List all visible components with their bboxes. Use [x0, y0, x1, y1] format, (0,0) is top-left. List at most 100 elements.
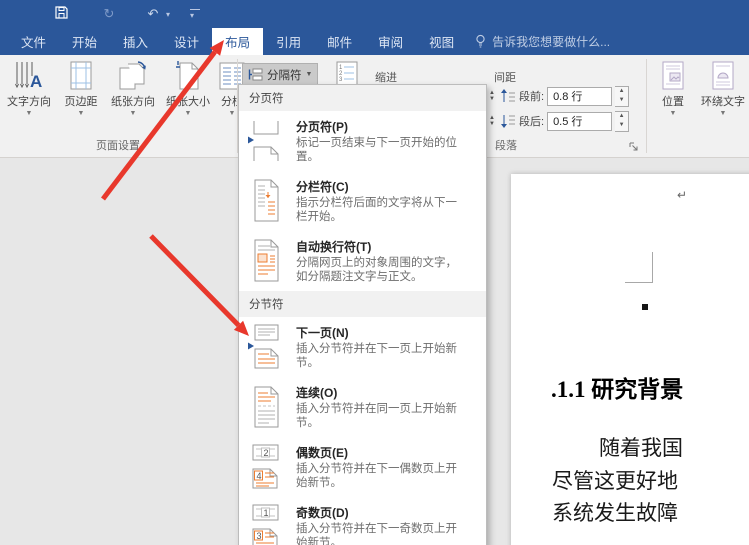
chevron-down-icon: ▼: [58, 110, 104, 117]
indent-label: 缩进: [375, 69, 397, 85]
menu-item-description: 标记一页结束与下一页开始的位置。: [296, 137, 468, 164]
position-icon: [652, 60, 694, 94]
position-label: 位置: [652, 96, 694, 109]
menu-item-title: 奇数页(D): [296, 504, 468, 521]
document-page[interactable]: ↵ .1.1 研究背景 随着我国 尽管这更好地 系统发生故障: [511, 174, 749, 545]
text-wrapping-break-icon: [246, 237, 286, 284]
svg-text:4: 4: [257, 471, 262, 481]
menu-item-description: 指示分栏符后面的文字将从下一栏开始。: [296, 197, 468, 224]
space-after-spinner[interactable]: ▲▼: [615, 111, 629, 132]
indent-spinner[interactable]: ▲▼: [487, 115, 497, 127]
margins-button[interactable]: 页边距 ▼: [58, 60, 104, 124]
menu-item-odd-page[interactable]: 13 奇数页(D) 插入分节符并在下一奇数页上开始新节。: [239, 497, 486, 545]
tell-me-box[interactable]: 告诉我您想要做什么...: [467, 28, 618, 55]
svg-text:1: 1: [264, 508, 269, 518]
undo-icon[interactable]: ↶: [140, 6, 166, 22]
space-before-spinner[interactable]: ▲▼: [615, 86, 629, 107]
menu-item-page-break[interactable]: 分页符(P) 标记一页结束与下一页开始的位置。: [239, 111, 486, 171]
tab-design[interactable]: 设计: [161, 28, 212, 55]
spacing-after-row: ▲▼ 段后: 0.5 行 ▲▼: [487, 111, 629, 131]
margins-icon: [58, 60, 104, 94]
paragraph-dialog-launcher-icon[interactable]: [628, 140, 640, 152]
tab-mailings[interactable]: 邮件: [314, 28, 365, 55]
paper-size-icon: [162, 60, 214, 94]
space-before-label: 段前:: [519, 88, 544, 104]
menu-item-description: 插入分节符并在下一页上开始新节。: [296, 343, 468, 370]
breaks-button[interactable]: 分隔符 ▼: [242, 63, 318, 86]
menu-item-description: 插入分节符并在同一页上开始新节。: [296, 403, 468, 430]
tab-view[interactable]: 视图: [416, 28, 467, 55]
menu-item-column-break[interactable]: 分栏符(C) 指示分栏符后面的文字将从下一栏开始。: [239, 171, 486, 231]
paper-size-button[interactable]: 纸张大小 ▼: [162, 60, 214, 124]
wrap-text-button[interactable]: 环绕文字 ▼: [697, 60, 749, 124]
space-before-icon: [500, 88, 516, 104]
spacing-label: 间距: [494, 69, 516, 85]
chevron-down-icon: ▼: [697, 110, 749, 117]
wrap-text-label: 环绕文字: [697, 96, 749, 109]
menu-item-title: 下一页(N): [296, 324, 468, 341]
margin-corner-mark: [625, 252, 653, 283]
position-button[interactable]: 位置 ▼: [652, 60, 694, 124]
menu-item-title: 分栏符(C): [296, 178, 468, 195]
column-break-icon: [246, 177, 286, 224]
indent-spinner[interactable]: ▲▼: [487, 90, 497, 102]
text-direction-icon: A: [2, 60, 56, 94]
document-paragraph: 随着我国: [599, 432, 683, 462]
menu-item-description: 插入分节符并在下一偶数页上开始新节。: [296, 463, 468, 490]
menu-item-even-page[interactable]: 24 偶数页(E) 插入分节符并在下一偶数页上开始新节。: [239, 437, 486, 497]
chevron-down-icon: ▼: [652, 110, 694, 117]
chevron-down-icon: ▼: [106, 110, 160, 117]
margins-label: 页边距: [58, 96, 104, 109]
breaks-dropdown-menu: 分页符 分页符(P) 标记一页结束与下一页开始的位置。 分栏符(C) 指示分栏符…: [238, 84, 487, 545]
menu-section-header-page-breaks: 分页符: [239, 85, 486, 111]
title-bar: ↻ ↶ ▾ ▾: [0, 0, 749, 28]
menu-item-description: 插入分节符并在下一奇数页上开始新节。: [296, 523, 468, 545]
page-break-icon: [246, 117, 286, 164]
word-window: ↻ ↶ ▾ ▾ 文件 开始 插入 设计 布局 引用 邮件 审阅 视图 告诉我您想…: [0, 0, 749, 545]
document-heading: .1.1 研究背景: [551, 370, 683, 404]
document-paragraph: 尽管这更好地: [552, 465, 678, 495]
odd-page-section-icon: 13: [246, 503, 286, 545]
tab-file[interactable]: 文件: [8, 28, 59, 55]
tab-references[interactable]: 引用: [263, 28, 314, 55]
text-direction-button[interactable]: A 文字方向 ▼: [2, 60, 56, 124]
menu-item-text-wrapping-break[interactable]: 自动换行符(T) 分隔网页上的对象周围的文字，如分隔题注文字与正文。: [239, 231, 486, 291]
spacing-before-row: ▲▼ 段前: 0.8 行 ▲▼: [487, 86, 629, 106]
chevron-down-icon: ▼: [162, 110, 214, 117]
undo-dropdown-icon[interactable]: ▾: [166, 10, 176, 19]
menu-item-continuous[interactable]: 连续(O) 插入分节符并在同一页上开始新节。: [239, 377, 486, 437]
menu-item-title: 自动换行符(T): [296, 238, 468, 255]
paragraph-mark: ↵: [677, 188, 687, 202]
tab-home[interactable]: 开始: [59, 28, 110, 55]
orientation-button[interactable]: 纸张方向 ▼: [106, 60, 160, 124]
svg-text:2: 2: [264, 448, 269, 458]
menu-item-next-page[interactable]: 下一页(N) 插入分节符并在下一页上开始新节。: [239, 317, 486, 377]
even-page-section-icon: 24: [246, 443, 286, 490]
continuous-section-icon: [246, 383, 286, 430]
next-page-section-icon: [246, 323, 286, 370]
tab-insert[interactable]: 插入: [110, 28, 161, 55]
orientation-label: 纸张方向: [106, 96, 160, 109]
menu-section-header-section-breaks: 分节符: [239, 291, 486, 317]
space-after-icon: [500, 113, 516, 129]
svg-text:3: 3: [257, 531, 262, 541]
quick-access-toolbar: ↻ ↶ ▾ ▾: [48, 4, 200, 24]
chevron-down-icon: ▼: [306, 71, 313, 78]
text-direction-label: 文字方向: [2, 96, 56, 109]
menu-item-title: 偶数页(E): [296, 444, 468, 461]
paper-size-label: 纸张大小: [162, 96, 214, 109]
menu-item-title: 连续(O): [296, 384, 468, 401]
space-after-input[interactable]: 0.5 行: [547, 112, 612, 131]
page-setup-group-label: 页面设置: [0, 137, 236, 153]
menu-item-title: 分页符(P): [296, 118, 468, 135]
group-divider: [646, 59, 647, 153]
bullet-square: [642, 304, 648, 310]
tell-me-text: 告诉我您想要做什么...: [492, 33, 610, 50]
space-before-input[interactable]: 0.8 行: [547, 87, 612, 106]
repeat-icon[interactable]: ↻: [96, 6, 122, 22]
save-icon[interactable]: [48, 5, 74, 23]
tab-layout[interactable]: 布局: [212, 28, 263, 55]
menu-item-description: 分隔网页上的对象周围的文字，如分隔题注文字与正文。: [296, 257, 468, 284]
tab-review[interactable]: 审阅: [365, 28, 416, 55]
customize-toolbar-icon[interactable]: ▾: [190, 9, 200, 20]
